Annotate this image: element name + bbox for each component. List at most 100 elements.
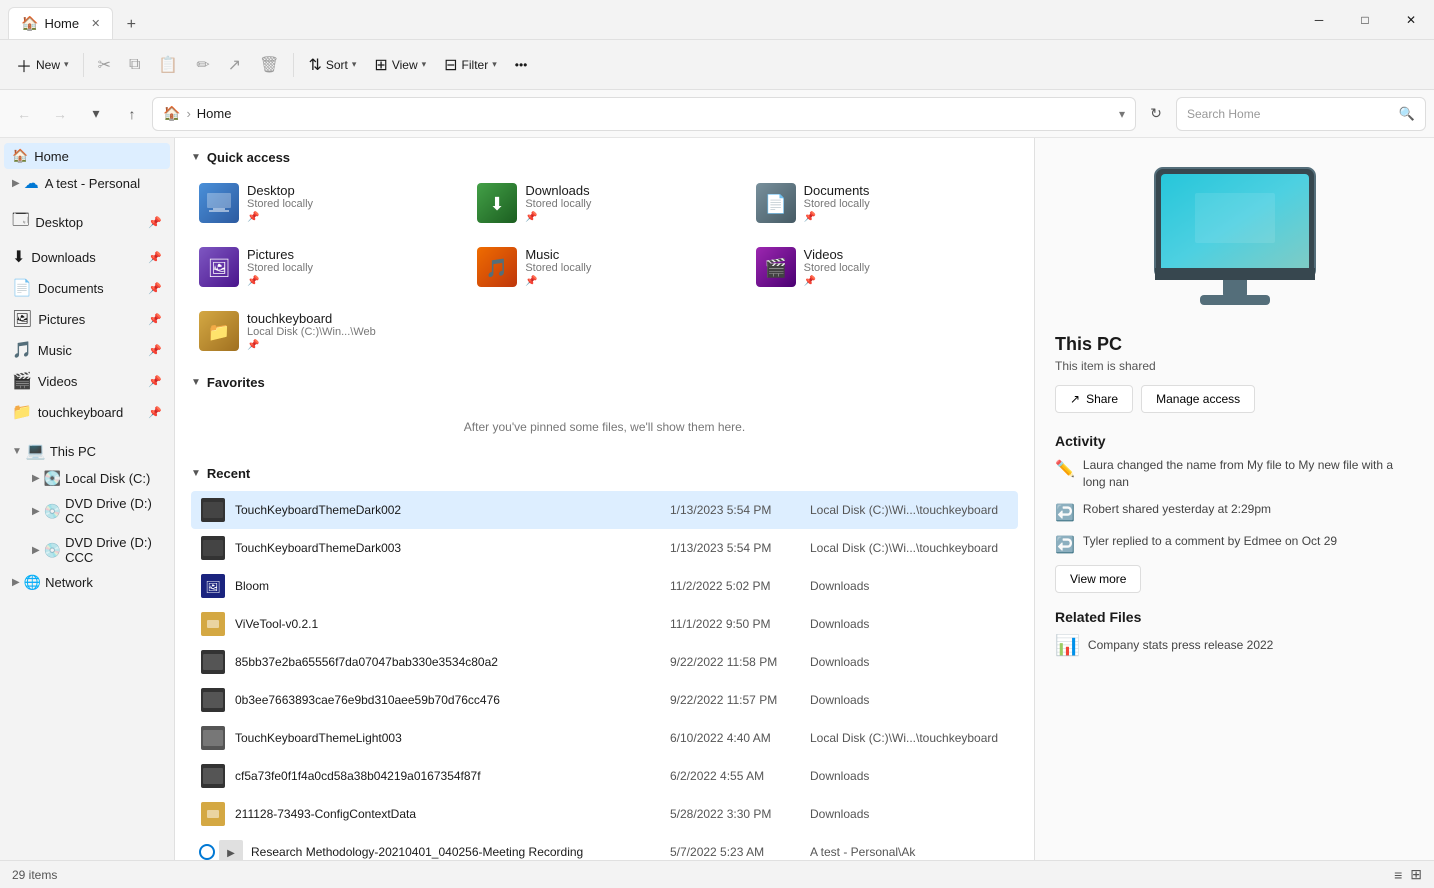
sidebar-item-a-test[interactable]: ▶ ☁ A test - Personal — [4, 170, 170, 196]
recent-date-2: 11/2/2022 5:02 PM — [670, 579, 810, 593]
touchkeyboard-pin-icon: 📌 — [148, 406, 162, 419]
search-box[interactable]: Search Home 🔍 — [1176, 97, 1426, 131]
sidebar-item-touchkeyboard[interactable]: 📁 touchkeyboard 📌 — [4, 397, 170, 427]
recent-name-4: 85bb37e2ba65556f7da07047bab330e3534c80a2 — [235, 655, 670, 669]
filter-icon: ⊟ — [444, 55, 457, 75]
dropdown-history-button[interactable]: ▾ — [80, 98, 112, 130]
music-pin-icon: 📌 — [148, 344, 162, 357]
recent-icon-0 — [199, 496, 227, 524]
recent-icon-6 — [199, 724, 227, 752]
dvd2-icon: 💿 — [44, 542, 61, 559]
sidebar-item-home[interactable]: 🏠 Home — [4, 143, 170, 169]
close-button[interactable]: ✕ — [1388, 0, 1434, 40]
add-tab-button[interactable]: + — [117, 11, 145, 39]
documents-sidebar-icon: 📄 — [12, 278, 32, 298]
qa-item-downloads[interactable]: ⬇ Downloads Stored locally 📌 — [469, 175, 739, 231]
quick-access-header[interactable]: ▼ Quick access — [191, 150, 1018, 165]
sidebar-item-network[interactable]: ▶ 🌐 Network — [4, 570, 170, 595]
list-view-button[interactable]: ≡ — [1394, 867, 1402, 883]
qa-documents-pin: 📌 — [804, 212, 870, 223]
tab-close-button[interactable]: ✕ — [91, 17, 100, 30]
qa-item-touchkeyboard[interactable]: 📁 touchkeyboard Local Disk (C:)\Win...\W… — [191, 303, 461, 359]
home-sidebar-icon: 🏠 — [12, 148, 28, 164]
sidebar-item-downloads[interactable]: ⬇ Downloads 📌 — [4, 242, 170, 272]
favorites-header[interactable]: ▼ Favorites — [191, 375, 1018, 390]
sidebar-item-dvd2[interactable]: ▶ 💿 DVD Drive (D:) CCC — [4, 531, 170, 569]
paste-button[interactable]: 📋 — [150, 50, 186, 80]
monitor-image — [1055, 158, 1414, 318]
cut-button[interactable]: ✂ — [90, 50, 119, 80]
qa-downloads-pin: 📌 — [525, 212, 591, 223]
qa-item-pictures[interactable]: 🖼 Pictures Stored locally 📌 — [191, 239, 461, 295]
maximize-button[interactable]: □ — [1342, 0, 1388, 40]
new-button[interactable]: ＋ New ▾ — [8, 48, 77, 82]
filter-button[interactable]: ⊟ Filter ▾ — [436, 50, 505, 80]
recent-item-2[interactable]: 🖼 Bloom 11/2/2022 5:02 PM Downloads — [191, 567, 1018, 605]
qa-touchkeyboard-info: touchkeyboard Local Disk (C:)\Win...\Web… — [247, 311, 376, 351]
address-chevron-icon[interactable]: ▾ — [1119, 107, 1125, 121]
home-tab[interactable]: 🏠 Home ✕ — [8, 7, 113, 39]
sort-label: Sort — [326, 58, 348, 72]
activity-text-2: Tyler replied to a comment by Edmee on O… — [1083, 533, 1337, 550]
recent-item-0[interactable]: TouchKeyboardThemeDark002 1/13/2023 5:54… — [191, 491, 1018, 529]
sidebar-item-thispc[interactable]: ▼ 💻 This PC — [4, 437, 170, 465]
recent-item-8[interactable]: 211128-73493-ConfigContextData 5/28/2022… — [191, 795, 1018, 833]
addressbar: ← → ▾ ↑ 🏠 › Home ▾ ↻ Search Home 🔍 — [0, 90, 1434, 138]
recent-loc-4: Downloads — [810, 655, 1010, 669]
address-box[interactable]: 🏠 › Home ▾ — [152, 97, 1136, 131]
sidebar-item-documents[interactable]: 📄 Documents 📌 — [4, 273, 170, 303]
recent-item-7[interactable]: cf5a73fe0f1f4a0cd58a38b04219a0167354f87f… — [191, 757, 1018, 795]
sort-button[interactable]: ⇅ Sort ▾ — [300, 50, 364, 80]
view-more-button[interactable]: View more — [1055, 565, 1141, 593]
manage-access-button[interactable]: Manage access — [1141, 385, 1255, 413]
recent-loc-5: Downloads — [810, 693, 1010, 707]
toolbar-divider-1 — [83, 53, 84, 77]
delete-button[interactable]: 🗑 — [251, 50, 287, 80]
view-chevron-icon: ▾ — [422, 59, 427, 70]
recent-item-1[interactable]: TouchKeyboardThemeDark003 1/13/2023 5:54… — [191, 529, 1018, 567]
sidebar-item-desktop[interactable]: 🗔 Desktop 📌 — [4, 204, 170, 241]
qa-music-pin: 📌 — [525, 276, 591, 287]
qa-item-documents[interactable]: 📄 Documents Stored locally 📌 — [748, 175, 1018, 231]
grid-view-button[interactable]: ⊞ — [1410, 866, 1422, 883]
sidebar-desktop-label: Desktop — [35, 215, 83, 230]
recent-item-3[interactable]: ViVeTool-v0.2.1 11/1/2022 9:50 PM Downlo… — [191, 605, 1018, 643]
minimize-button[interactable]: ─ — [1296, 0, 1342, 40]
share-button[interactable]: ↗ Share — [1055, 385, 1133, 413]
copy-button[interactable]: ⧉ — [121, 51, 148, 79]
activity-icon-0: ✏️ — [1055, 459, 1075, 479]
qa-item-videos[interactable]: 🎬 Videos Stored locally 📌 — [748, 239, 1018, 295]
sidebar-item-pictures[interactable]: 🖼 Pictures 📌 — [4, 304, 170, 334]
sidebar-item-dvd1[interactable]: ▶ 💿 DVD Drive (D:) CC — [4, 492, 170, 530]
more-options-button[interactable]: ••• — [507, 53, 536, 77]
thispc-icon: 💻 — [26, 441, 46, 461]
back-button[interactable]: ← — [8, 98, 40, 130]
statusbar: 29 items ≡ ⊞ — [0, 860, 1434, 888]
activity-item-2: ↩️ Tyler replied to a comment by Edmee o… — [1055, 533, 1414, 555]
paste-icon: 📋 — [158, 55, 178, 75]
up-button[interactable]: ↑ — [116, 98, 148, 130]
sidebar-item-music[interactable]: 🎵 Music 📌 — [4, 335, 170, 365]
view-button[interactable]: ⊞ View ▾ — [366, 50, 434, 80]
related-file-icon-0: 📊 — [1055, 633, 1080, 658]
recent-header[interactable]: ▼ Recent — [191, 466, 1018, 481]
share-toolbar-button[interactable]: ↗ — [220, 50, 249, 80]
monitor-svg — [1135, 158, 1335, 318]
recent-item-5[interactable]: 0b3ee7663893cae76e9bd310aee59b70d76cc476… — [191, 681, 1018, 719]
qa-desktop-path: Stored locally — [247, 198, 313, 210]
sidebar-item-localdisk[interactable]: ▶ 💽 Local Disk (C:) — [4, 466, 170, 491]
qa-item-desktop[interactable]: Desktop Stored locally 📌 — [191, 175, 461, 231]
forward-button[interactable]: → — [44, 98, 76, 130]
sidebar-home-label: Home — [34, 149, 69, 164]
qa-downloads-icon: ⬇ — [477, 183, 517, 223]
refresh-button[interactable]: ↻ — [1140, 98, 1172, 130]
qa-videos-info: Videos Stored locally 📌 — [804, 247, 870, 287]
recent-item-9[interactable]: ▶ Research Methodology-20210401_040256-M… — [191, 833, 1018, 860]
rename-button[interactable]: ✏ — [188, 50, 217, 80]
recent-item-4[interactable]: 85bb37e2ba65556f7da07047bab330e3534c80a2… — [191, 643, 1018, 681]
qa-touchkeyboard-path: Local Disk (C:)\Win...\Web — [247, 326, 376, 338]
related-file-item-0[interactable]: 📊 Company stats press release 2022 — [1055, 633, 1414, 658]
sidebar-item-videos[interactable]: 🎬 Videos 📌 — [4, 366, 170, 396]
qa-item-music[interactable]: 🎵 Music Stored locally 📌 — [469, 239, 739, 295]
recent-item-6[interactable]: TouchKeyboardThemeLight003 6/10/2022 4:4… — [191, 719, 1018, 757]
